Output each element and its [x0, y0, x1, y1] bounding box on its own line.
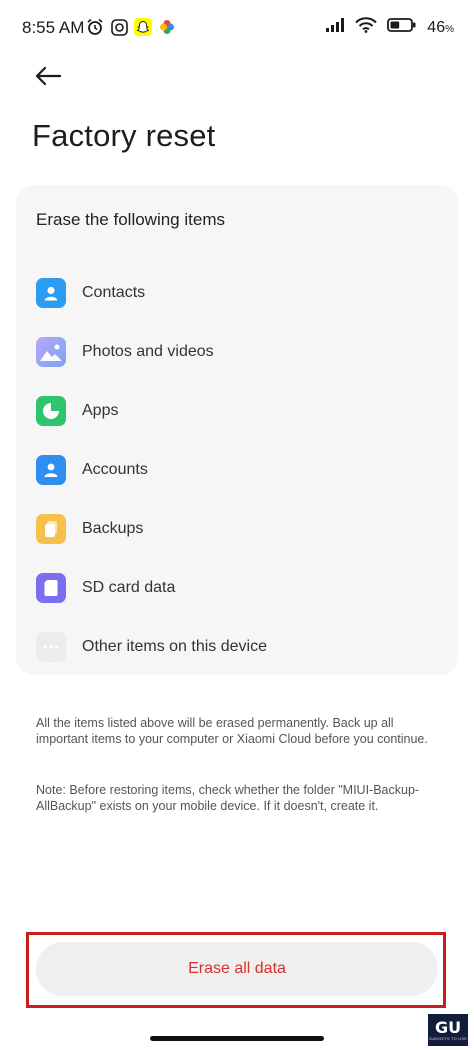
- notification-icons: [86, 18, 176, 36]
- item-label: Backups: [82, 519, 144, 537]
- battery-value: 46: [427, 18, 446, 36]
- erase-items-list: Contacts Photos and videos Apps Accounts: [36, 263, 436, 676]
- watermark-logo-text: GU: [434, 1017, 462, 1037]
- list-item-contacts: Contacts: [36, 263, 436, 322]
- watermark-tagline: GADGETS TO USE: [428, 1035, 468, 1041]
- status-time: 8:55 AM: [22, 18, 85, 37]
- app-notification-icon: [110, 18, 128, 36]
- arrow-left-icon: [35, 66, 62, 86]
- photos-icon: [158, 18, 176, 36]
- alarm-icon: [86, 18, 104, 36]
- apps-icon: [36, 395, 66, 426]
- signal-icon: [325, 17, 345, 38]
- battery-percent-sign: %: [445, 23, 454, 35]
- warning-text: All the items listed above will be erase…: [36, 716, 428, 746]
- item-label: SD card data: [82, 578, 176, 596]
- item-label: Photos and videos: [82, 342, 214, 360]
- list-item-other: Other items on this device: [36, 617, 436, 676]
- gallery-icon: [36, 336, 66, 367]
- sd-card-icon: [36, 572, 66, 603]
- item-label: Apps: [82, 401, 119, 419]
- snapchat-icon: [134, 18, 152, 36]
- item-label: Other items on this device: [82, 637, 267, 655]
- page-title: Factory reset: [32, 118, 216, 153]
- system-icons: 46%: [325, 17, 454, 38]
- item-label: Accounts: [82, 460, 148, 478]
- home-indicator[interactable]: [150, 1036, 324, 1041]
- restore-note-text: Note: Before restoring items, check whet…: [36, 783, 420, 813]
- item-label: Contacts: [82, 283, 146, 301]
- wifi-icon: [355, 17, 378, 38]
- erase-items-card: Erase the following items Contacts Photo…: [16, 185, 458, 675]
- list-item-accounts: Accounts: [36, 440, 436, 499]
- list-item-backups: Backups: [36, 499, 436, 558]
- erase-button-label: Erase all data: [188, 960, 286, 977]
- battery-percentage: 46%: [427, 19, 454, 37]
- list-item-sd-card: SD card data: [36, 558, 436, 617]
- status-bar: 8:55 AM 46%: [0, 0, 474, 56]
- backups-icon: [36, 513, 66, 544]
- back-button[interactable]: [28, 58, 68, 94]
- card-heading: Erase the following items: [36, 210, 225, 229]
- battery-icon: [387, 17, 417, 38]
- more-icon: [36, 631, 66, 662]
- accounts-icon: [36, 454, 66, 485]
- list-item-apps: Apps: [36, 381, 436, 440]
- contacts-icon: [36, 277, 66, 308]
- gadgets-to-use-logo: GU GADGETS TO USE: [428, 1014, 468, 1046]
- list-item-photos: Photos and videos: [36, 322, 436, 381]
- erase-all-data-button[interactable]: Erase all data: [36, 942, 438, 996]
